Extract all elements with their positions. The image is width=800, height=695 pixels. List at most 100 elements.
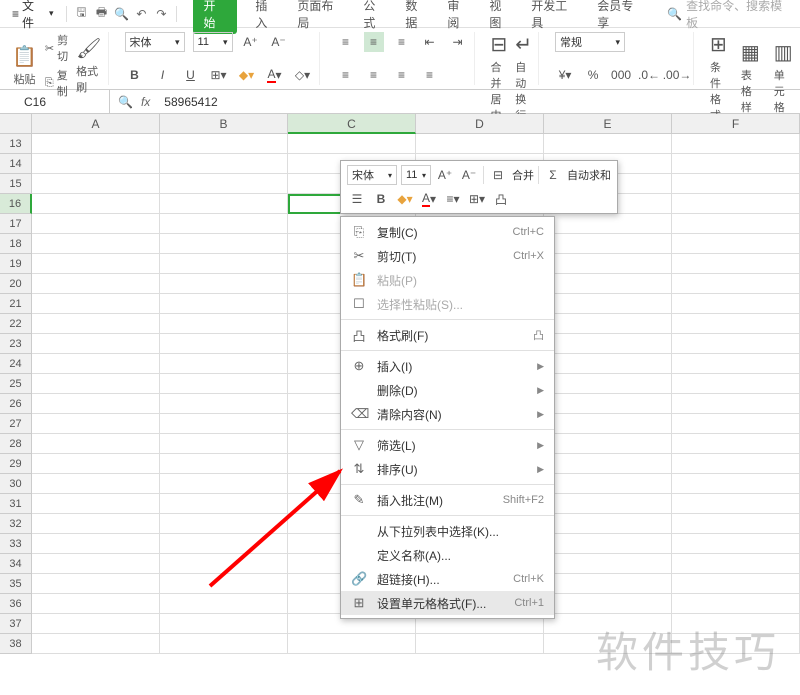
cell-A38[interactable] bbox=[32, 634, 160, 654]
row-header-27[interactable]: 27 bbox=[0, 414, 32, 434]
cell-D13[interactable] bbox=[416, 134, 544, 154]
cell-B31[interactable] bbox=[160, 494, 288, 514]
menu-item[interactable]: ⇅排序(U)▶ bbox=[341, 457, 554, 481]
menu-item[interactable]: 凸格式刷(F)凸 bbox=[341, 323, 554, 347]
menu-item[interactable]: ⊕插入(I)▶ bbox=[341, 354, 554, 378]
cell-B28[interactable] bbox=[160, 434, 288, 454]
row-header-38[interactable]: 38 bbox=[0, 634, 32, 654]
cell-F28[interactable] bbox=[672, 434, 800, 454]
mini-format-icon[interactable]: ☰ bbox=[347, 189, 367, 209]
cell-E17[interactable] bbox=[544, 214, 672, 234]
cell-B35[interactable] bbox=[160, 574, 288, 594]
cell-E13[interactable] bbox=[544, 134, 672, 154]
tab-member[interactable]: 会员专享 bbox=[597, 0, 645, 31]
menu-item[interactable]: ⎘复制(C)Ctrl+C bbox=[341, 220, 554, 244]
row-header-16[interactable]: 16 bbox=[0, 194, 32, 214]
cell-E31[interactable] bbox=[544, 494, 672, 514]
cell-E30[interactable] bbox=[544, 474, 672, 494]
cell-B20[interactable] bbox=[160, 274, 288, 294]
cell-F24[interactable] bbox=[672, 354, 800, 374]
name-box[interactable]: C16 bbox=[0, 90, 110, 113]
tab-view[interactable]: 视图 bbox=[489, 0, 513, 31]
cell-F26[interactable] bbox=[672, 394, 800, 414]
cell-E22[interactable] bbox=[544, 314, 672, 334]
cell-E21[interactable] bbox=[544, 294, 672, 314]
paste-button[interactable]: 📋 粘贴 bbox=[12, 44, 37, 87]
mini-size-select[interactable]: 11▾ bbox=[401, 165, 431, 185]
cell-C13[interactable] bbox=[288, 134, 416, 154]
cell-F25[interactable] bbox=[672, 374, 800, 394]
cell-E29[interactable] bbox=[544, 454, 672, 474]
cell-F21[interactable] bbox=[672, 294, 800, 314]
row-header-19[interactable]: 19 bbox=[0, 254, 32, 274]
cell-B17[interactable] bbox=[160, 214, 288, 234]
cell-E24[interactable] bbox=[544, 354, 672, 374]
cell-B19[interactable] bbox=[160, 254, 288, 274]
print-icon[interactable]: 🖶 bbox=[93, 5, 111, 23]
cell-style-button[interactable]: ▥单元格 bbox=[774, 40, 793, 115]
cell-F20[interactable] bbox=[672, 274, 800, 294]
mini-merge-icon[interactable]: ⊟ bbox=[488, 165, 508, 185]
row-header-34[interactable]: 34 bbox=[0, 554, 32, 574]
cell-B24[interactable] bbox=[160, 354, 288, 374]
file-menu[interactable]: ≡ 文件 ▾ bbox=[6, 0, 60, 33]
row-header-20[interactable]: 20 bbox=[0, 274, 32, 294]
cell-E23[interactable] bbox=[544, 334, 672, 354]
decrease-font-icon[interactable]: A⁻ bbox=[269, 32, 289, 52]
cell-E20[interactable] bbox=[544, 274, 672, 294]
cell-B16[interactable] bbox=[160, 194, 288, 214]
cell-A35[interactable] bbox=[32, 574, 160, 594]
row-header-24[interactable]: 24 bbox=[0, 354, 32, 374]
cell-F16[interactable] bbox=[672, 194, 800, 214]
cell-C38[interactable] bbox=[288, 634, 416, 654]
redo-icon[interactable]: ↷ bbox=[152, 5, 170, 23]
cell-A24[interactable] bbox=[32, 354, 160, 374]
zoom-icon[interactable]: 🔍 bbox=[118, 95, 133, 109]
row-header-31[interactable]: 31 bbox=[0, 494, 32, 514]
cell-E28[interactable] bbox=[544, 434, 672, 454]
col-header-E[interactable]: E bbox=[544, 114, 672, 134]
row-header-35[interactable]: 35 bbox=[0, 574, 32, 594]
mini-merge-label[interactable]: 合并 bbox=[512, 167, 534, 183]
cond-format-button[interactable]: ⊞条件格式 bbox=[710, 32, 727, 123]
cell-B13[interactable] bbox=[160, 134, 288, 154]
cell-A37[interactable] bbox=[32, 614, 160, 634]
cell-F29[interactable] bbox=[672, 454, 800, 474]
row-header-21[interactable]: 21 bbox=[0, 294, 32, 314]
align-bottom-icon[interactable]: ≡ bbox=[392, 32, 412, 52]
menu-item[interactable]: ⌫清除内容(N)▶ bbox=[341, 402, 554, 426]
cell-A36[interactable] bbox=[32, 594, 160, 614]
cell-F38[interactable] bbox=[672, 634, 800, 654]
align-middle-icon[interactable]: ≡ bbox=[364, 32, 384, 52]
mini-dec-font-icon[interactable]: A⁻ bbox=[459, 165, 479, 185]
cell-A17[interactable] bbox=[32, 214, 160, 234]
menu-item[interactable]: ✂剪切(T)Ctrl+X bbox=[341, 244, 554, 268]
cell-A15[interactable] bbox=[32, 174, 160, 194]
cell-B21[interactable] bbox=[160, 294, 288, 314]
cell-F19[interactable] bbox=[672, 254, 800, 274]
tab-insert[interactable]: 插入 bbox=[255, 0, 279, 31]
cell-A30[interactable] bbox=[32, 474, 160, 494]
cell-F33[interactable] bbox=[672, 534, 800, 554]
tab-start[interactable]: 开始 bbox=[193, 0, 237, 34]
row-header-32[interactable]: 32 bbox=[0, 514, 32, 534]
table-style-button[interactable]: ▦表格样 bbox=[741, 40, 760, 115]
cell-E25[interactable] bbox=[544, 374, 672, 394]
mini-align-icon[interactable]: ≡▾ bbox=[443, 189, 463, 209]
cell-F34[interactable] bbox=[672, 554, 800, 574]
cell-B29[interactable] bbox=[160, 454, 288, 474]
increase-font-icon[interactable]: A⁺ bbox=[241, 32, 261, 52]
mini-font-color-icon[interactable]: A▾ bbox=[419, 189, 439, 209]
cell-E32[interactable] bbox=[544, 514, 672, 534]
mini-fill-icon[interactable]: ◆▾ bbox=[395, 189, 415, 209]
merge-button[interactable]: ⊟合并居中 bbox=[491, 32, 508, 123]
select-all-corner[interactable] bbox=[0, 114, 32, 134]
cell-A29[interactable] bbox=[32, 454, 160, 474]
menu-item[interactable]: 定义名称(A)... bbox=[341, 543, 554, 567]
save-icon[interactable]: 🖫 bbox=[73, 5, 91, 23]
wrap-button[interactable]: ↵自动换行 bbox=[515, 32, 532, 123]
cell-B22[interactable] bbox=[160, 314, 288, 334]
menu-item[interactable]: ⊞设置单元格格式(F)...Ctrl+1 bbox=[341, 591, 554, 615]
row-header-28[interactable]: 28 bbox=[0, 434, 32, 454]
tab-formula[interactable]: 公式 bbox=[363, 0, 387, 31]
